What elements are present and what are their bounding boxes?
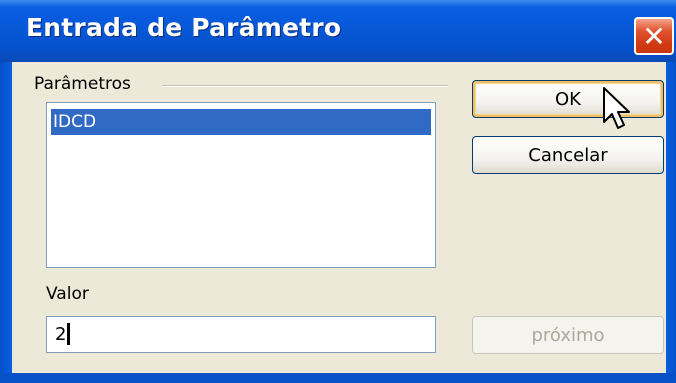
close-icon: ✕: [642, 19, 666, 53]
dialog-window: Entrada de Parâmetro ✕ Parâmetros IDCD V…: [0, 0, 676, 383]
cancel-button[interactable]: Cancelar: [472, 136, 664, 174]
ok-button-label: OK: [555, 88, 581, 110]
next-button-label: próximo: [531, 324, 605, 346]
mouse-pointer-icon: [603, 87, 630, 129]
text-caret: [67, 322, 71, 345]
window-frame-right: [666, 62, 676, 383]
window-frame-left: [0, 62, 12, 383]
title-bar[interactable]: Entrada de Parâmetro ✕: [0, 0, 676, 63]
ok-button[interactable]: OK: [472, 80, 664, 118]
value-label: Valor: [46, 284, 89, 304]
parameters-label: Parâmetros: [34, 74, 131, 94]
value-text: 2: [55, 324, 67, 345]
list-item[interactable]: IDCD: [51, 109, 431, 135]
group-divider: [162, 85, 448, 87]
close-button[interactable]: ✕: [634, 17, 674, 55]
window-frame-bottom: [0, 373, 676, 383]
window-title: Entrada de Parâmetro: [26, 13, 342, 42]
parameters-list[interactable]: IDCD: [46, 102, 436, 268]
next-button[interactable]: próximo: [472, 316, 664, 354]
cancel-button-label: Cancelar: [528, 144, 608, 166]
value-input[interactable]: 2: [46, 316, 436, 353]
